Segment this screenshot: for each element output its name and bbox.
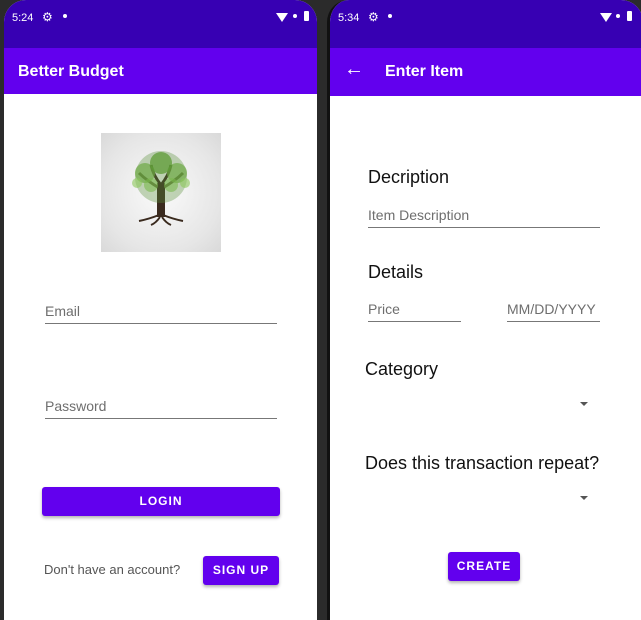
status-bar: 5:34 ⚙ xyxy=(330,0,641,48)
login-button[interactable]: LOGIN xyxy=(42,487,280,516)
create-button-label: CREATE xyxy=(456,559,512,573)
login-screen: 5:24 ⚙ Better Budget Email Password LOGI… xyxy=(4,0,317,620)
status-time: 5:34 xyxy=(338,12,360,24)
sign-up-button[interactable]: SIGN UP xyxy=(203,556,279,585)
date-placeholder: MM/DD/YYYY xyxy=(507,301,596,317)
settings-icon: ⚙ xyxy=(42,10,53,24)
price-field[interactable]: Price xyxy=(368,301,461,322)
chevron-down-icon xyxy=(580,402,588,406)
email-field[interactable]: Email xyxy=(45,303,277,324)
signal-dot-icon xyxy=(293,14,297,18)
password-field[interactable]: Password xyxy=(45,398,277,419)
back-arrow-icon[interactable]: ← xyxy=(344,58,364,81)
settings-icon: ⚙ xyxy=(368,10,379,24)
chevron-down-icon xyxy=(580,496,588,500)
password-placeholder: Password xyxy=(45,398,107,414)
battery-icon xyxy=(304,11,309,21)
repeat-dropdown[interactable] xyxy=(365,486,595,510)
date-field[interactable]: MM/DD/YYYY xyxy=(507,301,600,322)
app-title: Better Budget xyxy=(18,63,124,80)
category-dropdown[interactable] xyxy=(365,392,595,416)
enter-item-screen: 5:34 ⚙ ← Enter Item Decription Item Desc… xyxy=(327,0,641,620)
wifi-icon xyxy=(276,13,288,22)
item-description-field[interactable]: Item Description xyxy=(368,207,600,228)
repeat-heading: Does this transaction repeat? xyxy=(365,453,600,473)
no-account-text: Don't have an account? xyxy=(44,562,181,577)
category-heading: Category xyxy=(365,359,439,379)
app-bar: ← Enter Item xyxy=(330,48,641,96)
price-placeholder: Price xyxy=(368,301,400,317)
email-placeholder: Email xyxy=(45,303,81,319)
app-title: Enter Item xyxy=(385,63,464,80)
battery-icon xyxy=(627,11,632,21)
wifi-icon xyxy=(600,13,612,22)
login-button-label: LOGIN xyxy=(139,494,183,508)
create-button[interactable]: CREATE xyxy=(448,552,520,581)
app-bar: Better Budget xyxy=(4,48,317,94)
status-time: 5:24 xyxy=(12,12,34,24)
details-heading: Details xyxy=(368,262,424,282)
tree-logo-icon xyxy=(132,151,190,226)
sign-up-button-label: SIGN UP xyxy=(212,563,270,577)
app-logo xyxy=(101,133,221,252)
notification-dot-icon xyxy=(63,14,67,18)
notification-dot-icon xyxy=(388,14,392,18)
status-bar: 5:24 ⚙ xyxy=(4,0,317,48)
signal-dot-icon xyxy=(616,14,620,18)
item-description-placeholder: Item Description xyxy=(368,207,470,223)
description-heading: Decription xyxy=(368,167,450,187)
